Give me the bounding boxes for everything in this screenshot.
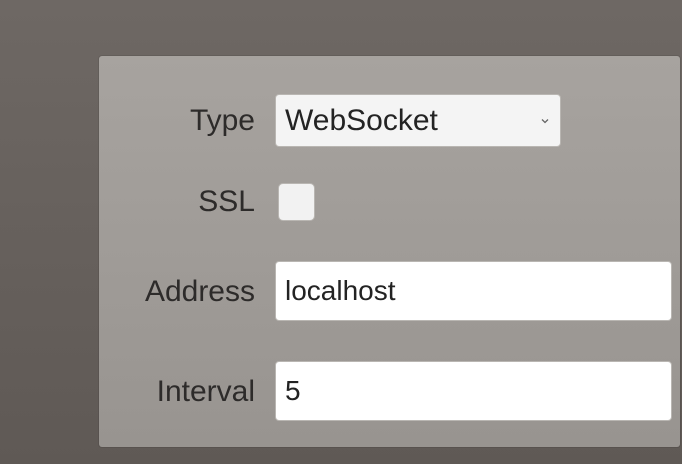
ssl-label: SSL: [198, 185, 255, 218]
interval-label: Interval: [156, 375, 255, 408]
type-select[interactable]: WebSocket: [275, 94, 561, 147]
type-select-value: WebSocket: [285, 103, 438, 137]
address-field[interactable]: [275, 261, 672, 321]
interval-field[interactable]: [275, 361, 672, 421]
address-label: Address: [144, 275, 255, 308]
chevron-down-icon: [540, 116, 550, 126]
ssl-checkbox[interactable]: [278, 183, 315, 221]
connection-settings-panel: Type WebSocket SSL Address Interval: [99, 56, 680, 447]
type-label: Type: [189, 104, 255, 137]
